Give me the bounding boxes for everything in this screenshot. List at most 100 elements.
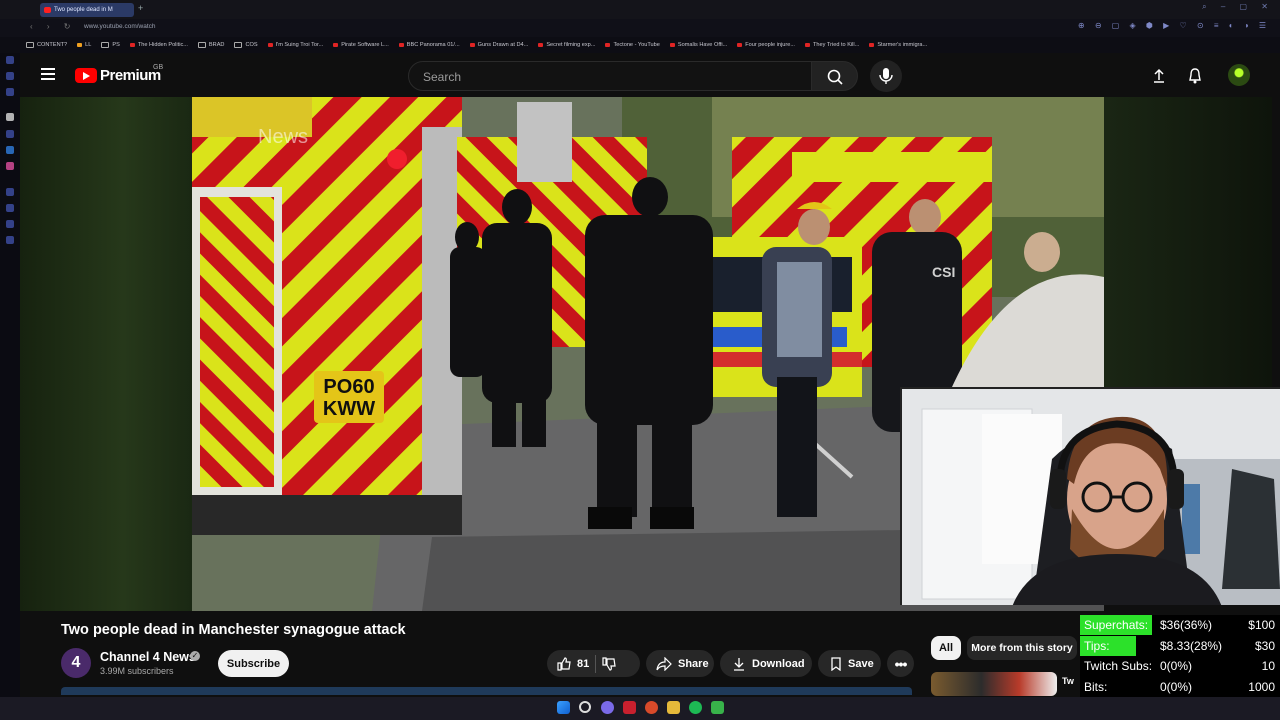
hamburger-menu-icon[interactable] bbox=[41, 68, 55, 83]
sidebar-app-icon[interactable] bbox=[6, 88, 14, 96]
opera-icon[interactable] bbox=[623, 701, 636, 714]
related-video-thumbnail[interactable] bbox=[931, 672, 1057, 696]
bookmark-item[interactable]: BBC Panorama 01/... bbox=[398, 42, 460, 48]
goal-target: 10 bbox=[1261, 659, 1275, 674]
tab-bar bbox=[0, 0, 1280, 19]
bookmark-item[interactable]: They Tried to Kill... bbox=[805, 42, 859, 48]
goal-amount: 0(0%) bbox=[1160, 679, 1193, 694]
youtube-logo-icon[interactable] bbox=[75, 68, 97, 83]
folder-icon bbox=[234, 42, 243, 48]
nav-buttons[interactable]: ‹ › ↻ bbox=[30, 22, 76, 31]
sidebar-app-icon[interactable] bbox=[6, 236, 14, 244]
bookmark-item[interactable]: I'm Suing Troi Tor... bbox=[267, 42, 323, 48]
goal-target: $30 bbox=[1254, 638, 1275, 653]
bookmark-item[interactable]: PS bbox=[101, 42, 120, 48]
sidebar-app-icon[interactable] bbox=[6, 188, 14, 196]
thumbs-up-icon bbox=[557, 656, 571, 671]
taskbar bbox=[0, 697, 1280, 720]
save-button[interactable]: Save bbox=[818, 650, 881, 677]
description-box[interactable] bbox=[61, 687, 912, 695]
bookmark-item[interactable]: LL bbox=[77, 42, 91, 48]
favicon-icon bbox=[267, 43, 273, 47]
bookmark-label: PS bbox=[112, 42, 120, 48]
sidebar-app-icon[interactable] bbox=[6, 130, 14, 138]
bookmark-label: Tectone - YouTube bbox=[613, 42, 660, 48]
like-button[interactable]: 81 bbox=[547, 656, 590, 671]
bookmark-label: Pirate Software L... bbox=[341, 42, 389, 48]
account-avatar[interactable] bbox=[1228, 64, 1250, 86]
subscriber-count: 3.99M subscribers bbox=[100, 666, 174, 676]
share-button[interactable]: Share bbox=[646, 650, 714, 677]
search-taskbar-icon[interactable] bbox=[579, 701, 591, 713]
chrome-icon[interactable] bbox=[645, 701, 658, 714]
bookmark-item[interactable]: Guns Drawn at D4... bbox=[469, 42, 528, 48]
notifications-button[interactable] bbox=[1186, 67, 1204, 90]
app-icon[interactable] bbox=[711, 701, 724, 714]
goal-label: Tips: bbox=[1084, 638, 1110, 653]
url-text[interactable]: www.youtube.com/watch bbox=[84, 23, 156, 30]
channel-name[interactable]: Channel 4 News bbox=[100, 650, 196, 664]
start-icon[interactable] bbox=[557, 701, 570, 714]
favicon-icon bbox=[737, 43, 743, 47]
sidebar-app-icon[interactable] bbox=[6, 72, 14, 80]
folder-icon[interactable] bbox=[667, 701, 680, 714]
like-count: 81 bbox=[577, 657, 590, 670]
favicon-icon bbox=[538, 43, 544, 47]
more-icon: ••• bbox=[894, 655, 908, 672]
bookmark-label: Somalis Have Offi... bbox=[677, 42, 728, 48]
bookmark-item[interactable]: BRAD bbox=[197, 42, 224, 48]
sidebar-app-icon[interactable] bbox=[6, 162, 14, 170]
folder-icon bbox=[197, 42, 206, 48]
subscribe-button[interactable]: Subscribe bbox=[218, 650, 289, 677]
bookmark-item[interactable]: Secret filming exp... bbox=[538, 42, 595, 48]
bookmark-label: Starmer's immigra... bbox=[877, 42, 928, 48]
like-dislike-group: 81 bbox=[547, 650, 640, 677]
spotify-icon[interactable] bbox=[689, 701, 702, 714]
bookmark-item[interactable]: Starmer's immigra... bbox=[869, 42, 927, 48]
new-tab-icon[interactable]: + bbox=[138, 3, 143, 13]
window-controls[interactable]: ⌕ – ▢ ✕ bbox=[1202, 2, 1274, 12]
favicon-icon bbox=[77, 43, 83, 47]
search-button[interactable] bbox=[811, 61, 858, 91]
brand-label[interactable]: Premium bbox=[100, 67, 161, 84]
discord-icon[interactable] bbox=[601, 701, 614, 714]
browser-tab[interactable]: Two people dead in M bbox=[40, 3, 134, 17]
sidebar-app-icon[interactable] bbox=[6, 56, 14, 64]
goal-row: Twitch Subs: 0(0%) 10 bbox=[1080, 656, 1280, 676]
bookmark-item[interactable]: Somalis Have Offi... bbox=[669, 42, 728, 48]
bookmark-item[interactable]: Tectone - YouTube bbox=[605, 42, 660, 48]
chip-all[interactable]: All bbox=[931, 636, 961, 660]
chip-more-from-story[interactable]: More from this story bbox=[967, 636, 1077, 660]
sidebar-app-icon[interactable] bbox=[6, 220, 14, 228]
download-button[interactable]: Download bbox=[720, 650, 812, 677]
extension-icons[interactable]: ⊕ ⊖ ▢ ◈ ⬢ ▶ ♡ ⊙ ≡ ◐ ◑ ☰ bbox=[1078, 21, 1270, 30]
sidebar-app-icon[interactable] bbox=[6, 204, 14, 212]
sidebar-app-icon[interactable] bbox=[6, 146, 14, 154]
goal-row: Superchats: $36(36%) $100 bbox=[1080, 615, 1280, 635]
bookmark-label: BBC Panorama 01/... bbox=[406, 42, 460, 48]
sidebar-app-icon[interactable] bbox=[6, 113, 14, 121]
channel-avatar[interactable]: 4 bbox=[61, 648, 91, 678]
bookmark-item[interactable]: COS bbox=[234, 42, 258, 48]
bookmark-item[interactable]: The Hidden Politic... bbox=[129, 42, 188, 48]
bookmark-item[interactable]: CONTENT? bbox=[26, 42, 67, 48]
bookmark-item[interactable]: Pirate Software L... bbox=[333, 42, 389, 48]
upload-button[interactable] bbox=[1150, 67, 1168, 90]
related-video-title[interactable]: Tw bbox=[1062, 676, 1074, 686]
voice-search-button[interactable] bbox=[870, 60, 902, 92]
search-input[interactable] bbox=[421, 69, 805, 85]
webcam-feed bbox=[900, 387, 1280, 605]
search-box[interactable] bbox=[408, 61, 812, 91]
youtube-favicon-icon bbox=[44, 7, 51, 13]
bookmark-label: They Tried to Kill... bbox=[813, 42, 860, 48]
more-actions-button[interactable]: ••• bbox=[887, 650, 914, 677]
goal-target: 1000 bbox=[1248, 679, 1275, 694]
dislike-button[interactable] bbox=[602, 656, 616, 671]
folder-icon bbox=[101, 42, 110, 48]
goal-amount: $36(36%) bbox=[1160, 618, 1213, 632]
bell-icon bbox=[1189, 68, 1201, 84]
favicon-icon bbox=[669, 43, 675, 47]
bookmark-item[interactable]: Four people injure... bbox=[737, 42, 795, 48]
favicon-icon bbox=[398, 43, 404, 47]
bookmark-icon bbox=[831, 656, 841, 671]
